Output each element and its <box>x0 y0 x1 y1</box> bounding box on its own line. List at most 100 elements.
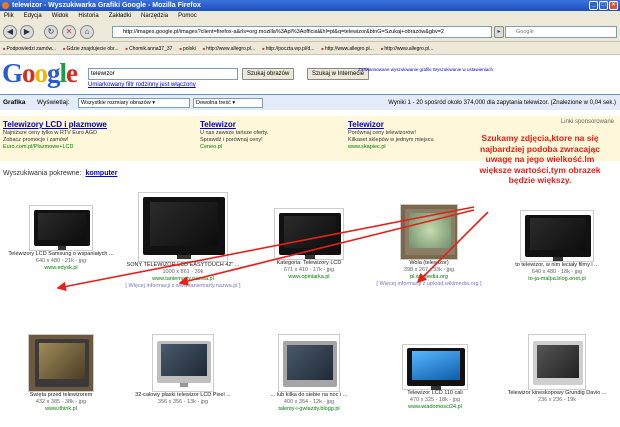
tv-image <box>533 341 583 385</box>
result-title[interactable]: Święta przed telewizorem <box>2 392 120 399</box>
ad-line: Zobacz promocje i zamów! <box>3 137 69 143</box>
image-result[interactable]: to telewizor, w nim leciały filmy i ... … <box>498 210 616 283</box>
result-thumbnail[interactable] <box>152 334 214 392</box>
ad-line: U nas zawsze tańsze oferty. <box>200 130 269 136</box>
result-thumbnail[interactable] <box>138 192 228 262</box>
advanced-search-link[interactable]: Zaawansowane wyszukiwanie grafiki Wyszuk… <box>358 67 498 73</box>
image-result[interactable]: 32-calowy płaski telewizor LCD Pixel ...… <box>124 334 242 406</box>
search-images-button[interactable]: Szukaj obrazów <box>242 68 295 80</box>
window-title: telewizor - Wyszukiwarka Grafiki Google … <box>12 2 201 9</box>
window-controls: _ □ × <box>589 1 618 10</box>
image-result[interactable]: ... lub kilka do siebie na noc i ... 400… <box>250 334 368 413</box>
menu-item-pomoc[interactable]: Pomoc <box>178 11 197 22</box>
forward-icon[interactable]: ▶ <box>20 25 34 39</box>
annotation-text: Szukamy zdjęcia,ktore na się najbardziej… <box>479 133 601 185</box>
result-thumbnail[interactable] <box>29 205 93 251</box>
result-domain: www.taniemarty.nazwa.pl <box>152 276 214 282</box>
menu-item-plik[interactable]: Plik <box>4 11 14 22</box>
result-title[interactable]: ... lub kilka do siebie na noc i ... <box>250 392 368 399</box>
image-result[interactable]: Wola (telewizor) 398 x 267 - 33k - jpg p… <box>370 204 488 288</box>
result-title[interactable]: Telewizor LCD 110 cali <box>376 390 494 397</box>
bookmark-item[interactable]: http://www.allegro.pl... <box>321 42 374 54</box>
tv-image <box>407 348 465 390</box>
ad-url[interactable]: Ceneo.pl <box>200 144 340 151</box>
close-icon[interactable]: × <box>609 1 618 10</box>
result-dims: 640 x 480 - 18k - jpg <box>531 269 583 275</box>
menu-item-edycja[interactable]: Edycja <box>24 11 42 22</box>
result-dims: 400 x 354 - 12k - jpg <box>283 399 335 405</box>
ad-url[interactable]: www.skapiec.pl <box>348 144 488 151</box>
result-dims: 356 x 356 - 13k - jpg <box>157 399 209 405</box>
result-title[interactable]: Wola (telewizor) <box>370 260 488 267</box>
menu-bar: Plik Edycja Widok Historia Zakładki Narz… <box>0 11 620 22</box>
result-dims: 640 x 480 - 21k - jpg <box>35 258 87 264</box>
result-domain: pl.wikipedia.org <box>410 274 448 280</box>
result-more-info[interactable]: [ Więcej informacji z upload.wikimedia.o… <box>370 281 488 288</box>
ad-item: Telewizor Porównaj ceny telewizorów! Kil… <box>348 120 488 151</box>
menu-item-widok[interactable]: Widok <box>52 11 69 22</box>
minimize-icon[interactable]: _ <box>589 1 598 10</box>
bookmarks-bar: Podpowiedzi zamów... Gdzie znajdujecie o… <box>0 42 620 55</box>
bookmark-item[interactable]: Chomik.anna37_37 <box>126 42 172 54</box>
image-result[interactable]: Święta przed telewizorem 432 x 385 - 38k… <box>2 334 120 413</box>
ad-title[interactable]: Telewizor <box>348 120 488 130</box>
reload-icon[interactable]: ↻ <box>44 25 58 39</box>
result-thumbnail[interactable] <box>278 334 340 392</box>
bookmark-item[interactable]: http://poczta.wp.pl/d... <box>262 42 315 54</box>
result-title[interactable]: Kategoria: Telewizory LCD <box>250 260 368 267</box>
result-title[interactable]: to telewizor, w nim leciały filmy i ... <box>498 262 616 269</box>
result-domain: www.wiadomosci24.pl <box>408 404 462 410</box>
image-result[interactable]: Telewizor LCD 110 cali 470 x 325 - 18k -… <box>376 344 494 411</box>
tv-image <box>283 341 337 387</box>
ad-title[interactable]: Telewizor <box>200 120 340 130</box>
search-input[interactable] <box>88 68 238 80</box>
result-thumbnail[interactable] <box>402 344 468 390</box>
back-icon[interactable]: ◀ <box>3 25 17 39</box>
stop-icon[interactable]: ✕ <box>62 25 76 39</box>
ad-title[interactable]: Telewizory LCD i plazmowe <box>3 120 143 130</box>
menu-item-narzedzia[interactable]: Narzędzia <box>141 11 168 22</box>
home-icon[interactable]: ⌂ <box>80 25 94 39</box>
related-link[interactable]: komputer <box>86 170 118 177</box>
result-dims: 432 x 385 - 38k - jpg <box>35 399 87 405</box>
menu-item-zakladki[interactable]: Zakładki <box>109 11 131 22</box>
bookmark-item[interactable]: polski <box>179 42 196 54</box>
bookmark-item[interactable]: Gdzie znajdujecie obr... <box>63 42 119 54</box>
ad-line: Kilkaset sklepów w jednym miejscu <box>348 137 434 143</box>
content-select-value: Dowolna treść <box>196 100 231 106</box>
image-result[interactable]: Telewizor kineskopowy Grundig Davio ... … <box>498 334 616 404</box>
maximize-icon[interactable]: □ <box>599 1 608 10</box>
content-select[interactable]: Dowolna treść ▾ <box>193 98 263 108</box>
bookmark-item[interactable]: http://www.allegro.pl... <box>381 42 433 54</box>
result-dims: 236 x 236 - 19k <box>538 397 576 403</box>
ad-line: Porównaj ceny telewizorów! <box>348 130 416 136</box>
result-title[interactable]: 32-calowy płaski telewizor LCD Pixel ... <box>124 392 242 399</box>
bookmark-item[interactable]: http://www.allegro.pl... <box>203 42 255 54</box>
image-result[interactable]: Telewizory LCD Samsung o wspaniałych ...… <box>2 205 120 272</box>
result-title[interactable]: Telewizor kineskopowy Grundig Davio ... <box>498 390 616 397</box>
window-titlebar: telewizor - Wyszukiwarka Grafiki Google … <box>0 0 620 11</box>
result-thumbnail[interactable] <box>528 334 586 390</box>
tv-image <box>405 209 455 255</box>
result-domain: to-ja-malpa.blog.onet.pl <box>528 276 586 282</box>
google-logo[interactable]: Google <box>2 58 78 88</box>
menu-item-historia[interactable]: Historia <box>78 11 98 22</box>
result-thumbnail[interactable] <box>274 208 344 260</box>
image-result[interactable]: Kategoria: Telewizory LCD 671 x 410 - 17… <box>250 208 368 281</box>
size-select-value: Wszystkie rozmiary obrazów <box>81 100 151 106</box>
ad-item: Telewizory LCD i plazmowe Najniższe ceny… <box>3 120 143 151</box>
result-thumbnail[interactable] <box>520 210 594 262</box>
size-select[interactable]: Wszystkie rozmiary obrazów ▾ <box>78 98 190 108</box>
result-title[interactable]: SONY TELEWIZOR LCD EASYTOUCH 42" ... <box>124 262 242 269</box>
go-icon[interactable]: ▸ <box>494 26 504 38</box>
browser-search-box[interactable]: Google <box>505 26 617 38</box>
result-more-info[interactable]: [ Więcej informacji z www.taniemarty.naz… <box>124 283 242 290</box>
url-bar[interactable]: http://images.google.pl/images?client=fi… <box>112 26 492 38</box>
result-thumbnail[interactable] <box>28 334 94 392</box>
result-title[interactable]: Telewizory LCD Samsung o wspaniałych ... <box>2 251 120 258</box>
ad-url[interactable]: Euro.com.pl/Plazmowe+LCD <box>3 144 143 151</box>
bookmark-item[interactable]: Podpowiedzi zamów... <box>3 42 56 54</box>
result-thumbnail[interactable] <box>400 204 458 260</box>
image-result[interactable]: SONY TELEWIZOR LCD EASYTOUCH 42" ... 100… <box>124 192 242 290</box>
safesearch-filter-link[interactable]: Umiarkowany filtr rodzinny jest włączony <box>88 82 196 88</box>
